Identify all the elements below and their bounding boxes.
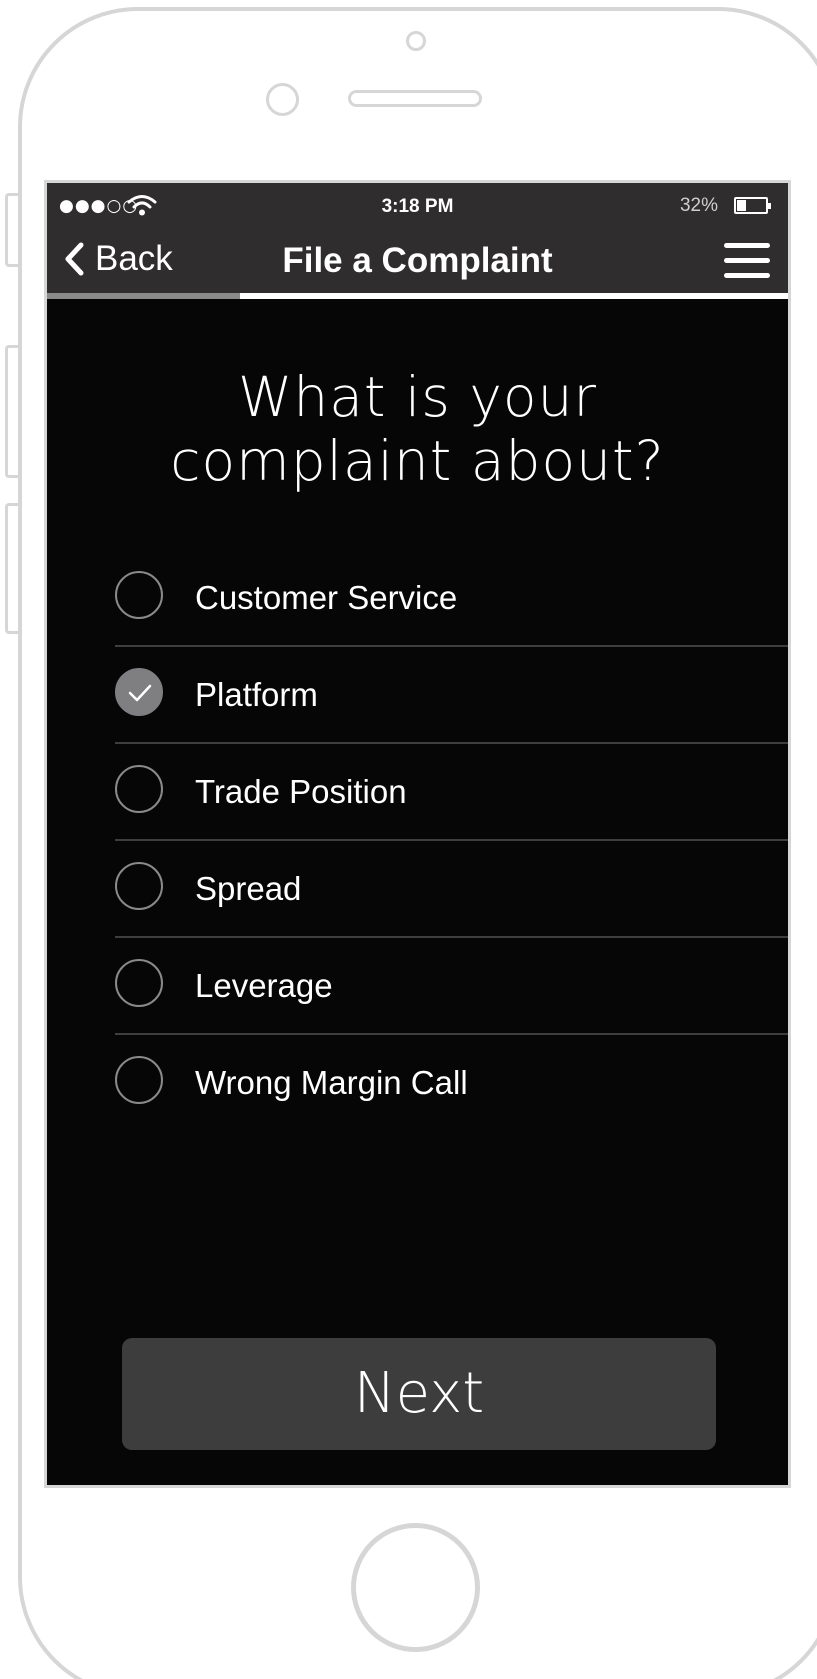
question-heading: What is your complaint about?	[47, 365, 788, 493]
battery-percent: 32%	[679, 195, 718, 216]
question-line-1: What is your	[237, 365, 598, 429]
earpiece-speaker	[348, 90, 482, 107]
complaint-options-list: Customer Service Platform Trade Position…	[115, 550, 788, 1130]
question-line-2: complaint about?	[170, 429, 665, 493]
step-progress-fill	[47, 293, 240, 299]
option-label: Spread	[195, 870, 302, 907]
status-bar: ●●●○○ 3:18 PM 32%	[47, 183, 788, 227]
hamburger-menu-icon[interactable]	[724, 243, 770, 281]
option-leverage[interactable]: Leverage	[115, 938, 788, 1035]
option-label: Leverage	[195, 967, 333, 1004]
navigation-bar: Back File a Complaint	[47, 227, 788, 293]
option-label: Trade Position	[195, 773, 407, 810]
battery-level-fill	[737, 200, 746, 211]
volume-up-button	[5, 345, 19, 478]
mute-switch	[5, 193, 19, 267]
radio-button[interactable]	[115, 959, 163, 1007]
option-spread[interactable]: Spread	[115, 841, 788, 938]
back-button-label: Back	[95, 239, 173, 278]
front-camera	[406, 31, 426, 51]
back-button[interactable]: Back	[61, 235, 173, 283]
volume-down-button	[5, 503, 19, 634]
option-platform[interactable]: Platform	[115, 647, 788, 744]
option-label: Wrong Margin Call	[195, 1064, 468, 1101]
step-progress-bar	[47, 293, 788, 299]
page: ●●●○○ 3:18 PM 32% Back File a Complaint	[0, 0, 817, 1679]
option-customer-service[interactable]: Customer Service	[115, 550, 788, 647]
radio-button-checked[interactable]	[115, 668, 163, 716]
chevron-left-icon	[65, 242, 84, 276]
option-trade-position[interactable]: Trade Position	[115, 744, 788, 841]
radio-button[interactable]	[115, 571, 163, 619]
option-label: Platform	[195, 676, 318, 713]
option-wrong-margin-call[interactable]: Wrong Margin Call	[115, 1035, 788, 1130]
next-button[interactable]: Next	[122, 1338, 716, 1450]
battery-icon	[734, 197, 771, 214]
option-label: Customer Service	[195, 579, 458, 616]
radio-button[interactable]	[115, 765, 163, 813]
checkmark-icon	[128, 684, 152, 702]
radio-button[interactable]	[115, 1056, 163, 1104]
app-screen: ●●●○○ 3:18 PM 32% Back File a Complaint	[44, 180, 791, 1488]
status-time: 3:18 PM	[381, 196, 454, 217]
proximity-sensor	[266, 83, 299, 116]
home-button[interactable]	[351, 1523, 480, 1652]
radio-button[interactable]	[115, 862, 163, 910]
